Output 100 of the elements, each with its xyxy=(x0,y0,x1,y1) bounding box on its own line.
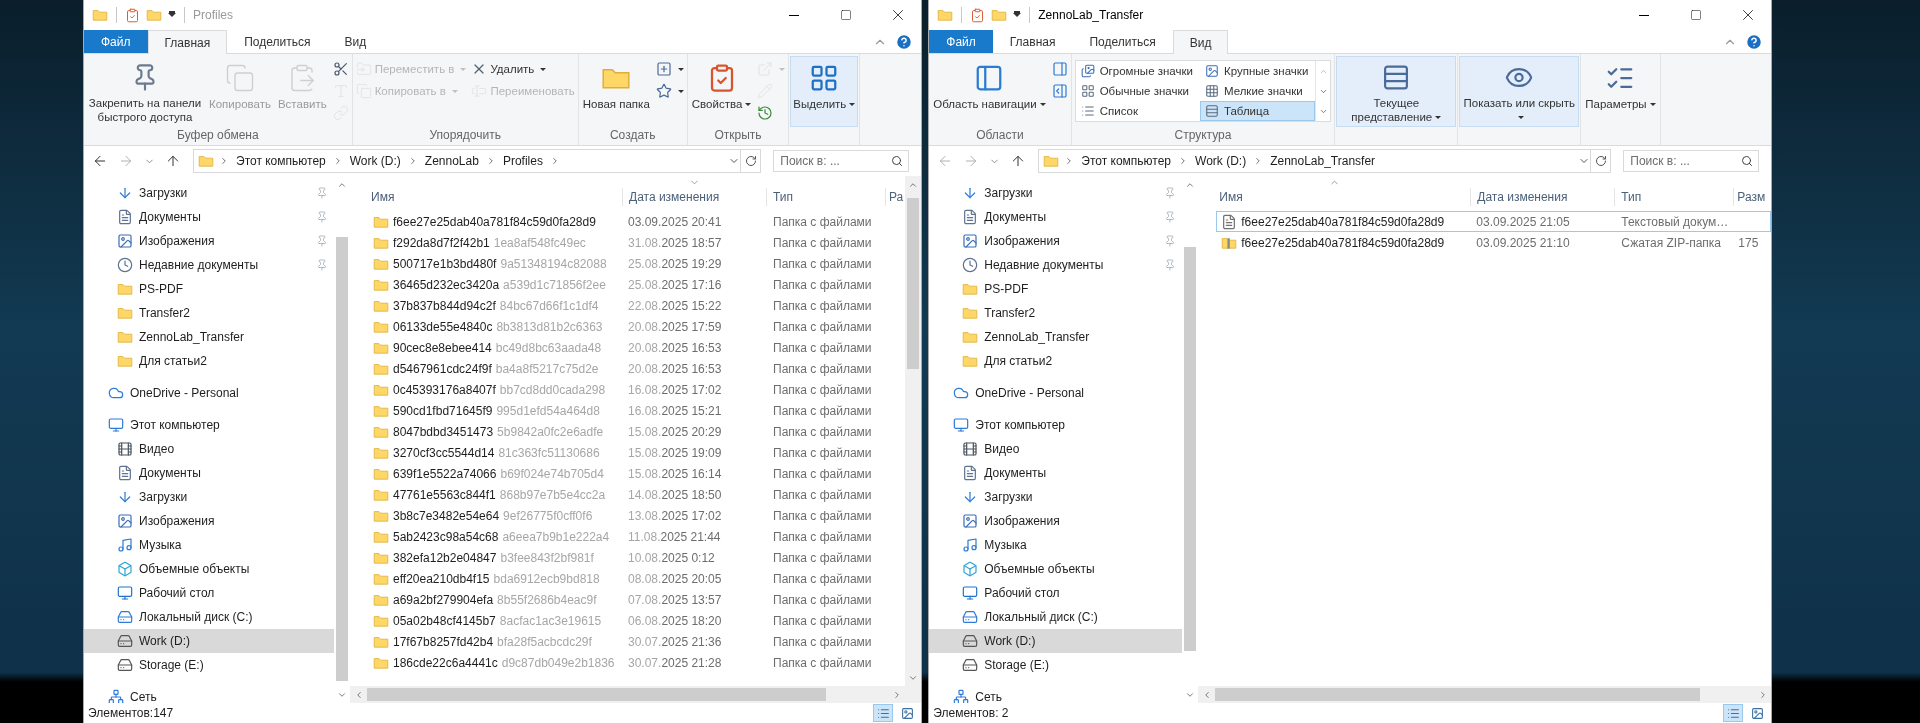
toolbar-button[interactable] xyxy=(1013,13,1022,17)
scroll-thumb[interactable] xyxy=(336,237,348,682)
file-row[interactable]: 37b837b844d94c2f 84bc67d66f1c1df4 22.08.2025 15:22 Папка с файлами xyxy=(368,295,906,316)
file-row[interactable]: 47761e5563c844f1 868b97e7b5e4cc2a 14.08.2025 18:50 Папка с файлами xyxy=(368,484,906,505)
ribbon-button[interactable]: Свойства xyxy=(688,56,755,127)
column-header[interactable]: Разм xyxy=(1733,176,1772,206)
breadcrumb[interactable]: Этот компьютер xyxy=(234,154,328,168)
breadcrumb[interactable]: ZennoLab_Transfer xyxy=(1268,154,1378,168)
nav-item[interactable]: Недавние документы xyxy=(929,253,1183,277)
file-row[interactable]: 0c45393176a8407f bb7cd8dd0cada298 16.08.2025 17:02 Папка с файлами xyxy=(368,379,906,400)
nav-item[interactable]: Изображения xyxy=(84,509,334,533)
breadcrumb[interactable]: Work (D:) xyxy=(347,154,403,168)
nav-item[interactable]: Загрузки xyxy=(929,181,1183,205)
ribbon-tab[interactable]: Файл xyxy=(84,30,148,53)
file-row[interactable]: 36465d232ec3420a a539d1c71856f2ee 25.08.2025 17:16 Папка с файлами xyxy=(368,274,906,295)
nav-item[interactable]: PS-PDF xyxy=(929,277,1183,301)
file-row[interactable]: f292da8d7f2f42b1 1ea8af548fc49ec 31.08.2025 18:57 Папка с файлами xyxy=(368,232,906,253)
file-row[interactable]: 5ab2423c98a54c68 a6eea7b9b1e222a4 11.08.2025 21:44 Папка с файлами xyxy=(368,526,906,547)
details-view-button[interactable] xyxy=(1723,704,1744,722)
ribbon-button[interactable]: Закрепить на панели быстрого доступа xyxy=(85,56,205,127)
details-view-button[interactable] xyxy=(873,704,894,722)
ribbon-button[interactable]: Текущее представление xyxy=(1336,56,1457,127)
column-header[interactable]: Имя xyxy=(350,176,622,206)
toolbar-button[interactable] xyxy=(168,13,176,17)
file-row[interactable]: 3270cf3cc5544d14 81c363fc51130686 15.08.2025 19:09 Папка с файлами xyxy=(368,442,906,463)
nav-item[interactable]: Для статьи2 xyxy=(929,349,1183,373)
column-header[interactable]: Имя xyxy=(1198,176,1471,206)
nav-item[interactable]: Недавние документы xyxy=(84,253,334,277)
breadcrumb[interactable]: ZennoLab xyxy=(422,154,481,168)
address-field[interactable]: Этот компьютер Work (D:) ZennoLab_Transfer xyxy=(1038,149,1592,173)
file-row[interactable]: 3b8c7e3482e54e64 9ef26775f0cff0f6 13.08.2025 17:02 Папка с файлами xyxy=(368,505,906,526)
breadcrumb[interactable]: Profiles xyxy=(500,154,545,168)
refresh-button[interactable] xyxy=(741,149,762,173)
nav-item[interactable]: Видео xyxy=(929,437,1183,461)
address-field[interactable]: Этот компьютер Work (D:) ZennoLab Profiles xyxy=(193,149,742,173)
search-field[interactable]: Поиск в: ... xyxy=(773,150,910,172)
nav-item[interactable]: ZennoLab_Transfer xyxy=(84,325,334,349)
nav-item[interactable]: ZennoLab_Transfer xyxy=(929,325,1183,349)
nav-item[interactable]: Загрузки xyxy=(929,485,1183,509)
nav-item[interactable]: Загрузки xyxy=(84,181,334,205)
file-row[interactable]: eff20ea210db4f15 bda6912ecb9bd818 08.08.2025 20:05 Папка с файлами xyxy=(368,568,906,589)
nav-item[interactable]: Изображения xyxy=(929,509,1183,533)
scroll-thumb[interactable] xyxy=(1184,247,1197,652)
nav-item[interactable]: Локальный диск (C:) xyxy=(929,605,1183,629)
ribbon-tab[interactable]: Вид xyxy=(1172,30,1229,54)
file-row[interactable]: 06133de55e4840c 8b3813d81b2c6363 20.08.2025 17:59 Папка с файлами xyxy=(368,316,906,337)
layout-option[interactable]: Огромные значки xyxy=(1075,61,1200,81)
breadcrumb[interactable]: Work (D:) xyxy=(1193,154,1249,168)
file-row[interactable]: 500717e1b3bd480f 9a51348194c82088 25.08.2025 19:29 Папка с файлами xyxy=(368,253,906,274)
file-row[interactable]: 186cde22c6a4441c d9c87db049e2b1836 30.07.2025 21:28 Папка с файлами xyxy=(368,652,906,673)
scroll-thumb[interactable] xyxy=(1215,688,1701,701)
file-row[interactable]: a69a2bf279904efa 8b55f2686b4eac9f 07.08.2025 13:57 Папка с файлами xyxy=(368,589,906,610)
nav-item[interactable]: Локальный диск (C:) xyxy=(84,605,334,629)
nav-item[interactable]: Transfer2 xyxy=(929,301,1183,325)
nav-item[interactable]: Storage (E:) xyxy=(929,653,1183,677)
ribbon-button[interactable]: Показать или скрыть xyxy=(1459,56,1580,127)
scroll-thumb[interactable] xyxy=(367,688,826,701)
scroll-thumb[interactable] xyxy=(907,197,920,370)
nav-item[interactable]: Изображения xyxy=(84,229,334,253)
nav-item[interactable]: Документы xyxy=(929,205,1183,229)
file-row[interactable]: f6ee27e25dab40a781f84c59d0fa28d9 03.09.2025 21:10 Сжатая ZIP-папка 175 xyxy=(1216,232,1772,253)
layout-option[interactable]: Список xyxy=(1075,101,1200,121)
nav-item[interactable]: Transfer2 xyxy=(84,301,334,325)
ribbon-button[interactable]: Выделить xyxy=(790,56,859,127)
layout-option[interactable]: Крупные значки xyxy=(1199,61,1316,81)
nav-item[interactable]: Объемные объекты xyxy=(84,557,334,581)
nav-item[interactable]: Документы xyxy=(84,205,334,229)
nav-item[interactable]: Изображения xyxy=(929,229,1183,253)
nav-item[interactable]: Видео xyxy=(84,437,334,461)
nav-item[interactable]: Музыка xyxy=(84,533,334,557)
file-row[interactable]: 590cd1fbd71645f9 995d1efd54a464d8 16.08.2025 15:21 Папка с файлами xyxy=(368,400,906,421)
file-row[interactable]: 382efa12b2e04847 b3fee843f2bf981f 10.08.2025 0:12 Папка с файлами xyxy=(368,547,906,568)
nav-item[interactable]: Рабочий стол xyxy=(929,581,1183,605)
nav-item[interactable]: Музыка xyxy=(929,533,1183,557)
nav-item[interactable]: Этот компьютер xyxy=(929,413,1183,437)
refresh-button[interactable] xyxy=(1591,149,1612,173)
file-row[interactable]: d5467961cdc24f9f ba4a8f5217c75d2e 20.08.2025 16:53 Папка с файлами xyxy=(368,358,906,379)
nav-item[interactable]: Storage (E:) xyxy=(84,653,334,677)
nav-item[interactable]: Work (D:) xyxy=(84,629,334,653)
file-row[interactable]: 639f1e5522a74066 b69f024e74b705d4 15.08.2025 16:14 Папка с файлами xyxy=(368,463,906,484)
ribbon-button[interactable]: Область навигации xyxy=(930,56,1049,127)
nav-item[interactable]: Объемные объекты xyxy=(929,557,1183,581)
layout-option[interactable]: Таблица xyxy=(1199,101,1316,121)
column-header[interactable]: Дата изменения xyxy=(622,176,766,206)
ribbon-button[interactable]: Удалить xyxy=(469,59,577,79)
layout-option[interactable]: Обычные значки xyxy=(1075,81,1200,101)
nav-item[interactable]: Сеть xyxy=(84,685,334,703)
nav-item[interactable]: Документы xyxy=(84,461,334,485)
file-row[interactable]: 05a02b48cf4145b7 8acfac1ac3e19615 06.08.2025 18:20 Папка с файлами xyxy=(368,610,906,631)
nav-item[interactable]: Для статьи2 xyxy=(84,349,334,373)
nav-item[interactable]: OneDrive - Personal xyxy=(929,381,1183,405)
search-field[interactable]: Поиск в: ... xyxy=(1623,150,1760,172)
nav-item[interactable]: Документы xyxy=(929,461,1183,485)
help-icon[interactable] xyxy=(895,32,914,51)
column-header[interactable]: Дата изменения xyxy=(1470,176,1615,206)
file-row[interactable]: f6ee27e25dab40a781f84c59d0fa28d9 03.09.2025 21:05 Текстовый докум… xyxy=(1216,211,1772,232)
file-row[interactable]: 17f67b8257fd42b4 bfa28f5acbcdc29f 30.07.2025 21:36 Папка с файлами xyxy=(368,631,906,652)
ribbon-button[interactable]: Новая папка xyxy=(579,56,653,127)
nav-item[interactable]: Сеть xyxy=(929,685,1183,703)
file-row[interactable]: f6ee27e25dab40a781f84c59d0fa28d9 03.09.2025 20:41 Папка с файлами xyxy=(368,211,906,232)
